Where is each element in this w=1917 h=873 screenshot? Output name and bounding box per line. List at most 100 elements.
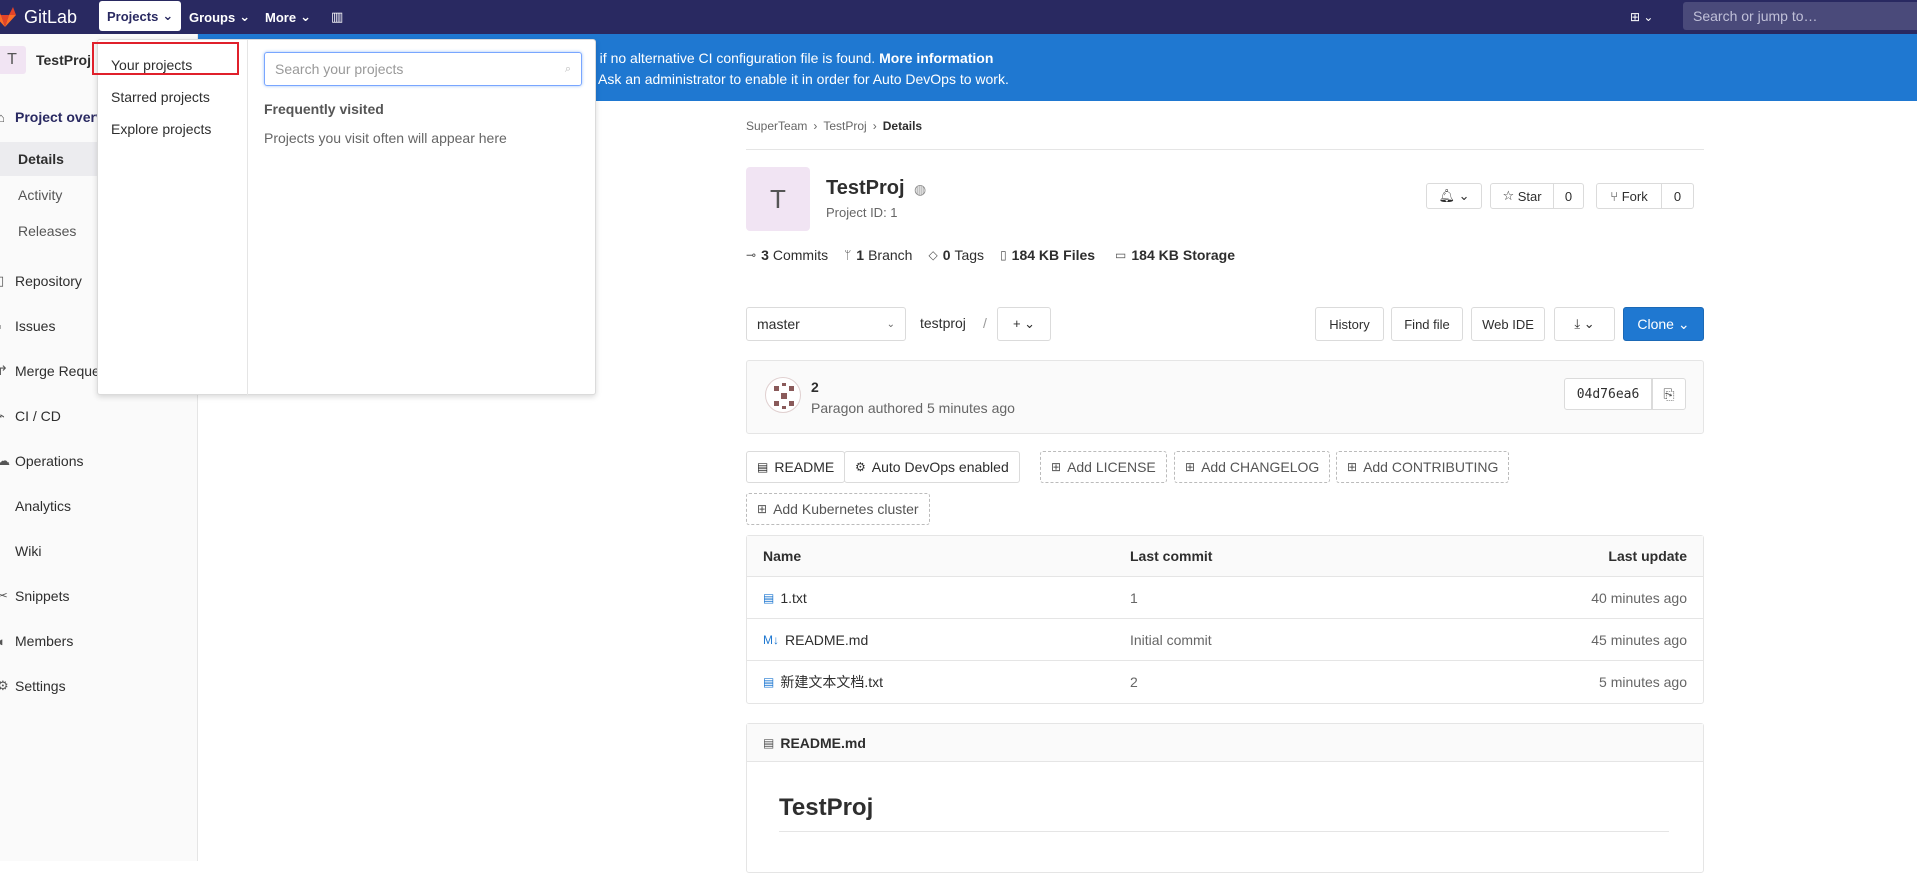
breadcrumb-item-project[interactable]: TestProj xyxy=(823,119,866,133)
sidebar-item-repository[interactable]: ▯ Repository xyxy=(0,273,82,289)
star-button[interactable]: ☆ Star xyxy=(1490,183,1554,209)
breadcrumb: SuperTeam › TestProj › Details xyxy=(746,119,928,133)
file-updated: 40 minutes ago xyxy=(1591,589,1687,606)
file-commit[interactable]: 2 xyxy=(1130,661,1138,703)
book-icon: ▯ xyxy=(0,273,5,288)
nav-analytics[interactable]: ▥ xyxy=(323,0,351,34)
stat-number: 0 xyxy=(942,247,951,263)
breadcrumb-item-current[interactable]: Details xyxy=(883,119,922,133)
button-label: Add CHANGELOG xyxy=(1201,459,1320,475)
project-avatar-large: T xyxy=(746,167,810,231)
gear-icon: ⚙ xyxy=(855,460,866,474)
nav-more-label: More xyxy=(265,9,297,25)
header-last-commit: Last commit xyxy=(1130,548,1213,564)
global-search-input[interactable]: Search or jump to… xyxy=(1683,2,1917,30)
stat-files[interactable]: ▯ 184 KB Files xyxy=(1000,247,1099,263)
sidebar-item-snippets[interactable]: ✂ Snippets xyxy=(0,588,69,604)
fork-count[interactable]: 0 xyxy=(1662,183,1694,209)
divider xyxy=(746,149,1704,150)
clipboard-icon: ⎘ xyxy=(1663,385,1675,402)
gitlab-logo[interactable]: GitLab xyxy=(0,0,77,34)
nav-projects-label: Projects xyxy=(107,8,159,24)
clone-button[interactable]: Clone ⌄ xyxy=(1623,307,1704,341)
your-projects-link[interactable]: Your projects xyxy=(111,57,192,73)
storage-icon: ▭ xyxy=(1115,248,1127,262)
stat-tags[interactable]: ◇ 0 Tags xyxy=(928,247,984,263)
plus-square-icon: ⊞ xyxy=(757,502,768,516)
explore-projects-link[interactable]: Explore projects xyxy=(111,121,211,137)
stat-number: 3 xyxy=(761,247,769,263)
nav-groups-label: Groups xyxy=(189,9,236,25)
markdown-icon: M↓ xyxy=(763,632,779,647)
history-button[interactable]: History xyxy=(1315,307,1384,341)
path-separator: / xyxy=(983,315,987,331)
table-row[interactable]: ▤ 1.txt 1 40 minutes ago xyxy=(747,577,1703,619)
file-name-cell[interactable]: ▤ 新建文本文档.txt xyxy=(763,661,883,703)
clone-label: Clone xyxy=(1637,316,1674,332)
search-icon: ⌕ xyxy=(564,62,571,75)
file-commit[interactable]: Initial commit xyxy=(1130,619,1212,660)
stat-branches[interactable]: ᛘ 1 Branch xyxy=(844,247,912,263)
author-avatar[interactable] xyxy=(765,377,801,413)
cloud-gear-icon: ☁ xyxy=(0,453,10,468)
sidebar-item-members[interactable]: ◖ Members xyxy=(0,633,73,649)
commit-title[interactable]: 2 xyxy=(811,379,819,395)
web-ide-button[interactable]: Web IDE xyxy=(1471,307,1545,341)
plus-square-icon: ⊞ ⌄ xyxy=(1630,10,1654,24)
file-name-cell[interactable]: ▤ 1.txt xyxy=(763,577,807,618)
add-license-button[interactable]: ⊞ Add LICENSE xyxy=(1040,451,1167,483)
fork-icon: ⑂ xyxy=(1610,188,1619,204)
breadcrumb-item-group[interactable]: SuperTeam xyxy=(746,119,807,133)
chevron-down-icon: ⌄ xyxy=(162,8,174,23)
readme-button[interactable]: ▤ README xyxy=(746,451,846,483)
last-commit: 2 Paragon authored 5 minutes ago 04d76ea… xyxy=(746,360,1704,434)
table-row[interactable]: ▤ 新建文本文档.txt 2 5 minutes ago xyxy=(747,661,1703,703)
branch-selector[interactable]: master ⌄ xyxy=(746,307,906,341)
new-dropdown[interactable]: ⊞ ⌄ xyxy=(1630,0,1653,34)
sidebar-subitem-releases[interactable]: Releases xyxy=(18,223,76,239)
notification-dropdown[interactable]: 🔔︎ ⌄ xyxy=(1426,183,1482,209)
commit-sha[interactable]: 04d76ea6 xyxy=(1564,378,1652,410)
starred-projects-link[interactable]: Starred projects xyxy=(111,89,210,105)
nav-groups[interactable]: Groups ⌄ xyxy=(181,0,258,34)
add-changelog-button[interactable]: ⊞ Add CHANGELOG xyxy=(1174,451,1331,483)
star-count[interactable]: 0 xyxy=(1554,183,1584,209)
nav-more[interactable]: More ⌄ xyxy=(257,0,319,34)
sidebar-project-header[interactable]: T TestProj xyxy=(0,46,91,74)
sidebar-item-wiki[interactable]: ▏ Wiki xyxy=(0,543,41,559)
file-commit[interactable]: 1 xyxy=(1130,577,1138,618)
add-contributing-button[interactable]: ⊞ Add CONTRIBUTING xyxy=(1336,451,1510,483)
sidebar-item-label: Snippets xyxy=(15,588,70,604)
sidebar-item-operations[interactable]: ☁ Operations xyxy=(0,453,83,469)
find-file-button[interactable]: Find file xyxy=(1391,307,1463,341)
scissors-icon: ✂ xyxy=(0,588,8,603)
sidebar-item-issues[interactable]: ▫ Issues xyxy=(0,318,55,334)
file-name-cell[interactable]: M↓ README.md xyxy=(763,619,868,660)
button-label: Add LICENSE xyxy=(1067,459,1156,475)
stat-label: Commits xyxy=(772,247,829,263)
identicon-icon xyxy=(774,383,794,409)
sidebar-item-settings[interactable]: ⚙ Settings xyxy=(0,678,66,694)
add-file-dropdown[interactable]: + ⌄ xyxy=(997,307,1051,341)
sidebar-item-ci-cd[interactable]: ⌁ CI / CD xyxy=(0,408,61,424)
repo-path[interactable]: testproj xyxy=(920,315,966,331)
nav-projects[interactable]: Projects ⌄ xyxy=(99,1,182,31)
sidebar-item-label: Settings xyxy=(15,678,66,694)
sidebar-item-analytics[interactable]: ▏ Analytics xyxy=(0,498,71,514)
sidebar-subitem-details[interactable]: Details xyxy=(18,151,64,167)
download-dropdown[interactable]: ⤓ ⌄ xyxy=(1554,307,1615,341)
more-information-link[interactable]: More information xyxy=(879,50,993,66)
button-label: Auto DevOps enabled xyxy=(871,459,1009,475)
table-row[interactable]: M↓ README.md Initial commit 45 minutes ag… xyxy=(747,619,1703,661)
add-kubernetes-button[interactable]: ⊞ Add Kubernetes cluster xyxy=(746,493,930,525)
stat-label: Tags xyxy=(954,247,985,263)
auto-devops-button[interactable]: ⚙ Auto DevOps enabled xyxy=(844,451,1020,483)
top-navbar: GitLab Projects ⌄ Groups ⌄ More ⌄ ▥ ⊞ ⌄ Sea… xyxy=(0,0,1917,34)
banner-line-2: Ask an administrator to enable it in ord… xyxy=(598,71,1009,87)
banner-text-1: d if no alternative CI configuration fil… xyxy=(588,50,876,66)
stat-commits[interactable]: ⊸ 3 Commits xyxy=(746,247,828,263)
fork-button[interactable]: ⑂ Fork xyxy=(1596,183,1662,209)
project-search-input[interactable]: Search your projects ⌕ xyxy=(264,52,582,86)
sidebar-subitem-activity[interactable]: Activity xyxy=(18,187,62,203)
copy-sha-button[interactable]: ⎘ xyxy=(1652,378,1686,410)
